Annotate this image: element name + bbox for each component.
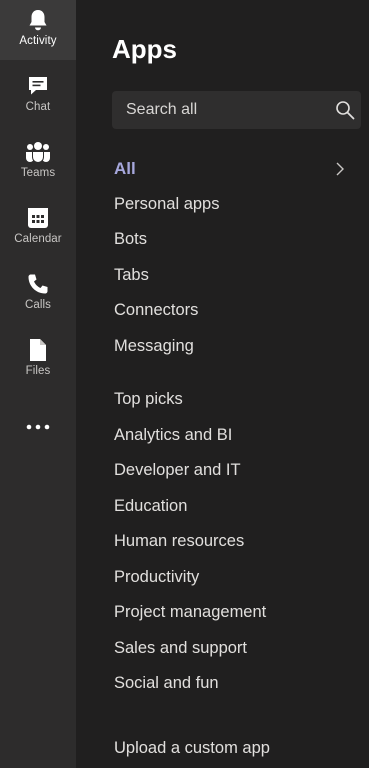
rail-item-label: Files (25, 365, 51, 377)
nav-item-social-fun[interactable]: Social and fun (114, 674, 219, 693)
rail-item-label: Calendar (14, 233, 62, 245)
rail-item-chat[interactable]: Chat (0, 66, 76, 126)
apps-panel: Apps All Personal apps Bots Tabs Connect… (76, 0, 369, 768)
teams-icon (25, 140, 51, 164)
nav-item-developer-it[interactable]: Developer and IT (114, 461, 241, 480)
bell-icon (25, 8, 51, 32)
file-icon (25, 338, 51, 362)
rail-item-activity[interactable]: Activity (0, 0, 76, 60)
teams-app-window: Activity Chat Teams Calendar Calls Files… (0, 0, 369, 768)
rail-item-teams[interactable]: Teams (0, 132, 76, 192)
page-title: Apps (112, 34, 177, 64)
rail-item-label: Activity (19, 35, 57, 47)
phone-icon (25, 272, 51, 296)
rail-item-calendar[interactable]: Calendar (0, 198, 76, 258)
nav-item-project-management[interactable]: Project management (114, 603, 266, 622)
chat-icon (25, 74, 51, 98)
calendar-icon (25, 206, 51, 230)
search-icon[interactable] (335, 99, 355, 121)
chevron-right-icon[interactable] (332, 160, 348, 178)
nav-item-messaging[interactable]: Messaging (114, 337, 194, 356)
nav-item-top-picks[interactable]: Top picks (114, 390, 183, 409)
nav-item-connectors[interactable]: Connectors (114, 301, 198, 320)
nav-item-personal-apps[interactable]: Personal apps (114, 195, 220, 214)
nav-item-sales-support[interactable]: Sales and support (114, 639, 247, 658)
rail-item-label: Calls (24, 299, 52, 311)
nav-item-tabs[interactable]: Tabs (114, 266, 149, 285)
rail-item-calls[interactable]: Calls (0, 264, 76, 324)
more-apps-button[interactable] (0, 412, 76, 440)
rail-item-label: Teams (20, 167, 56, 179)
nav-item-education[interactable]: Education (114, 497, 187, 516)
search-box[interactable] (112, 91, 361, 129)
nav-item-analytics-bi[interactable]: Analytics and BI (114, 426, 232, 445)
app-rail: Activity Chat Teams Calendar Calls Files (0, 0, 76, 768)
nav-item-all[interactable]: All (114, 159, 136, 179)
upload-custom-app-link[interactable]: Upload a custom app (114, 739, 270, 758)
search-input[interactable] (112, 100, 335, 120)
nav-item-bots[interactable]: Bots (114, 230, 147, 249)
rail-item-files[interactable]: Files (0, 330, 76, 390)
rail-item-label: Chat (25, 101, 51, 113)
nav-item-productivity[interactable]: Productivity (114, 568, 199, 587)
more-icon (26, 417, 50, 435)
nav-item-human-resources[interactable]: Human resources (114, 532, 244, 551)
